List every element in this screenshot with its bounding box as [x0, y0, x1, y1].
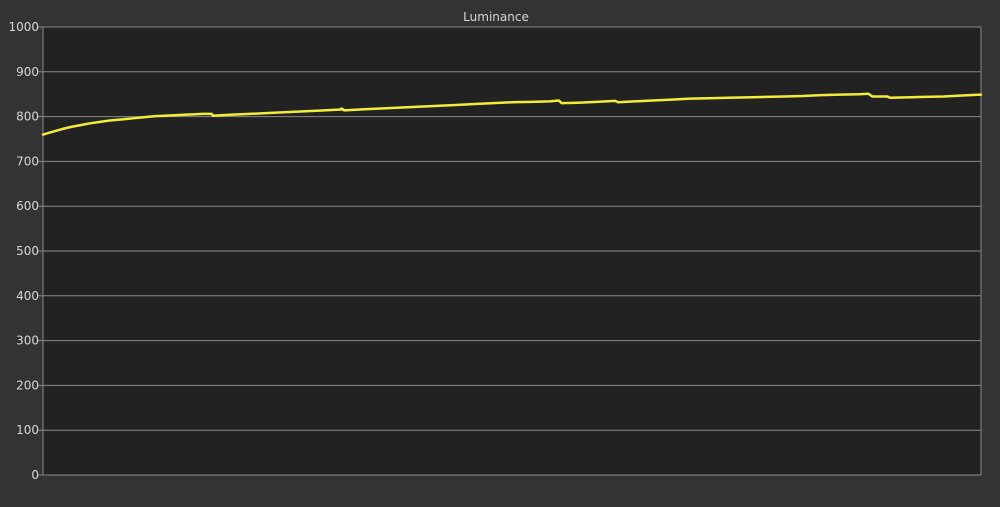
y-tick-label-800: 800: [16, 110, 39, 124]
y-tick-label-0: 0: [31, 468, 39, 482]
y-tick-label-1000: 1000: [8, 20, 39, 34]
chart-title: Luminance: [463, 10, 529, 24]
y-tick-label-500: 500: [16, 244, 39, 258]
y-tick-label-900: 900: [16, 65, 39, 79]
y-axis-ticks: 0 100 200 300 400 500 600 700 800 900 1000: [8, 20, 43, 482]
y-tick-label-300: 300: [16, 334, 39, 348]
y-tick-label-400: 400: [16, 289, 39, 303]
luminance-chart: 0 100 200 300 400 500 600 700 800 900 1000 Luminan…: [8, 10, 983, 482]
y-tick-label-600: 600: [16, 199, 39, 213]
y-tick-label-200: 200: [16, 378, 39, 392]
y-tick-label-100: 100: [16, 423, 39, 437]
y-tick-label-700: 700: [16, 154, 39, 168]
